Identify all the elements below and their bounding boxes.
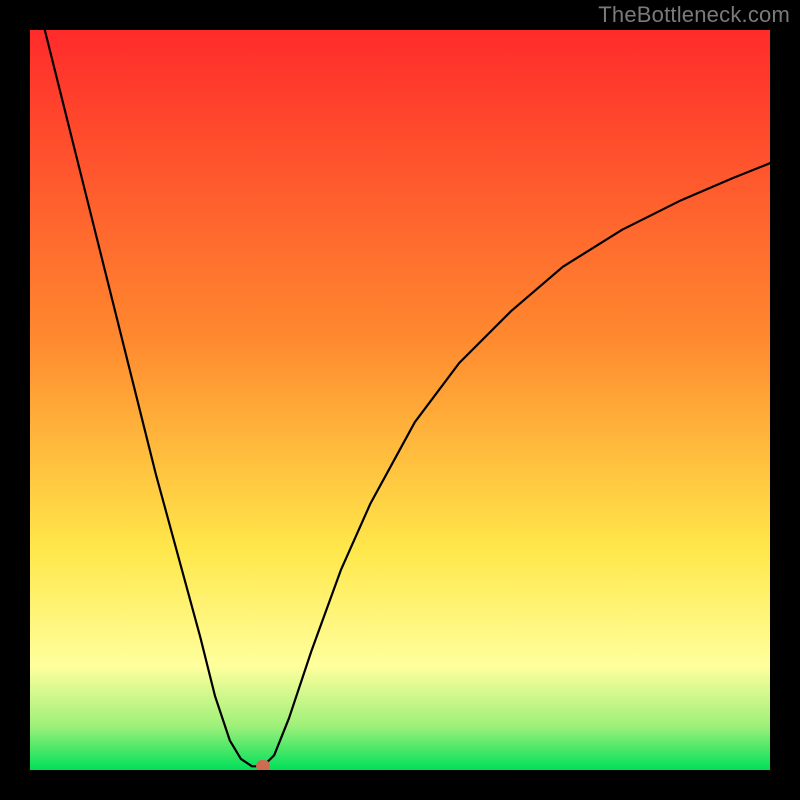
watermark-text: TheBottleneck.com [598,2,790,28]
bottleneck-curve [45,30,770,766]
plot-area [30,30,770,770]
curve-layer [30,30,770,770]
optimal-point-marker [256,760,270,770]
chart-frame: TheBottleneck.com [0,0,800,800]
